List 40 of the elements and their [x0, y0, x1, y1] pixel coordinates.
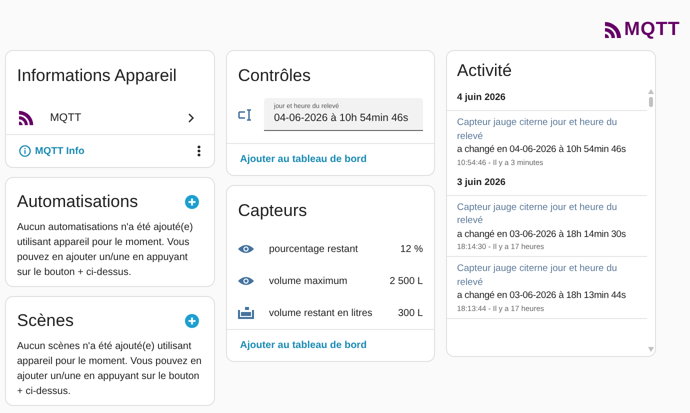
eye-icon	[238, 276, 254, 286]
more-icon[interactable]	[197, 145, 201, 157]
date-heading: 3 juin 2026	[447, 172, 647, 196]
change-text: a changé en 04-06-2026 à 10h 54min 46s	[457, 143, 627, 156]
sensor-name: volume restant en litres	[269, 308, 374, 318]
logo-text: MQTT	[624, 19, 680, 41]
add-to-dashboard-link[interactable]: Ajouter au tableau de bord	[240, 154, 367, 165]
card-title: Activité	[456, 60, 513, 82]
date-heading: 4 juin 2026	[447, 87, 647, 111]
eye-icon	[238, 244, 254, 254]
sensor-name: volume maximum	[269, 276, 348, 286]
add-icon[interactable]	[185, 314, 199, 328]
change-text: a changé en 03-06-2026 à 18h 14min 30s	[457, 228, 627, 241]
info-icon	[19, 145, 31, 157]
empty-message: Aucun scènes n'a été ajouté(e) utilisant appareil pour le moment. Vous pouvez en ajouter un/une en appuyant sur le bouton + ci-dessus.	[17, 340, 203, 399]
entity-link[interactable]: Capteur jauge citerne jour et heure du relevé	[457, 116, 641, 143]
add-to-dashboard-link[interactable]: Ajouter au tableau de bord	[240, 340, 367, 351]
mqtt-logo-icon	[605, 22, 624, 38]
entity-link[interactable]: Capteur jauge citerne jour et heure du relevé	[457, 262, 641, 289]
card-title: Contrôles	[237, 65, 312, 87]
sensor-value: 2 500 L	[390, 276, 423, 286]
text-cursor-icon	[238, 108, 252, 120]
card-title: Capteurs	[237, 200, 308, 222]
integration-row[interactable]: MQTT	[6, 98, 214, 135]
card-title: Scènes	[17, 311, 74, 331]
empty-message: Aucun automatisations n'a été ajouté(e) utilisant appareil pour le moment. Vous pouvez en ajouter un/une en appuyant sur le bouton + ci-dessus.	[17, 221, 194, 280]
change-text: a changé en 03-06-2026 à 18h 13min 44s	[457, 289, 627, 302]
add-icon[interactable]	[185, 195, 199, 209]
info-link[interactable]: MQTT Info	[19, 145, 84, 157]
entity-link[interactable]: Capteur jauge citerne jour et heure du relevé	[457, 200, 641, 228]
card-title: Informations Appareil	[16, 65, 178, 87]
chevron-icon	[188, 113, 194, 123]
scroll-down-icon[interactable]	[648, 347, 654, 352]
sensor-value: 12 %	[400, 244, 423, 254]
sensor-value: 300 L	[398, 308, 423, 318]
card-title: Automatisations	[17, 192, 138, 212]
sensor-name: pourcentage restant	[269, 244, 359, 254]
mqtt-icon	[19, 110, 35, 126]
tank-icon	[238, 307, 254, 319]
scroll-up-icon[interactable]	[648, 89, 654, 94]
